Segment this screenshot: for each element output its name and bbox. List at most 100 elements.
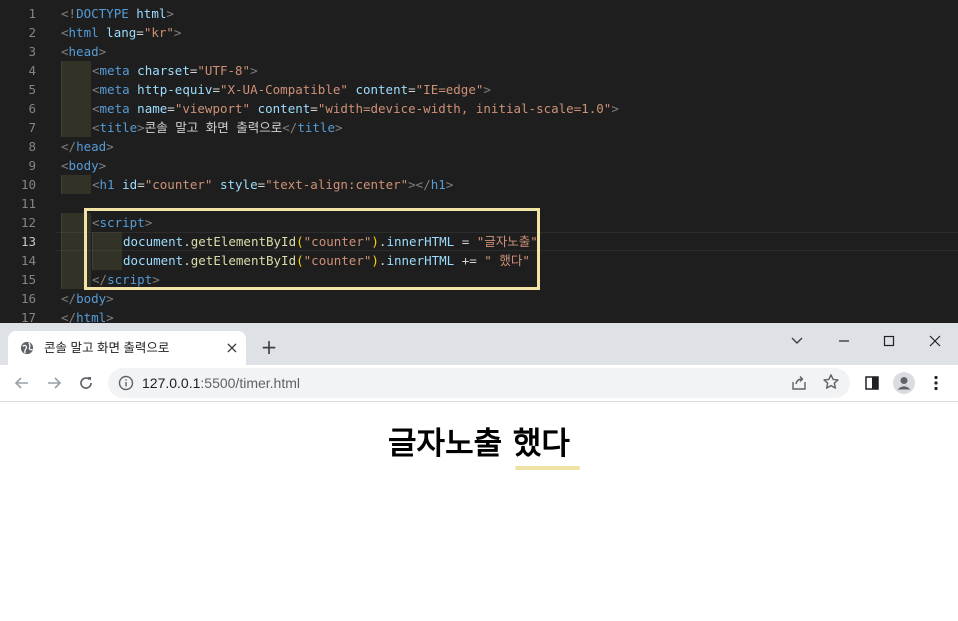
code-token: < — [92, 82, 100, 97]
url-text[interactable]: 127.0.0.1:5500/timer.html — [142, 368, 300, 398]
code-token: </ — [61, 310, 77, 323]
line-number: 8 — [28, 139, 36, 154]
address-bar[interactable]: 127.0.0.1:5500/timer.html — [108, 368, 850, 398]
highlight-underline — [515, 466, 580, 470]
code-token: < — [92, 63, 100, 78]
code-text: <meta http-equiv="X-UA-Compatible" conte… — [92, 80, 491, 99]
code-token: h1 — [99, 177, 115, 192]
code-line[interactable]: 1 <!DOCTYPE html> — [0, 4, 958, 23]
code-token: "kr" — [143, 25, 174, 40]
tab-strip: 콘솔 말고 화면 출력으로 × + — [0, 323, 958, 365]
profile-button[interactable] — [892, 371, 916, 395]
reload-button[interactable] — [74, 371, 98, 395]
line-number: 4 — [28, 63, 36, 78]
code-token: > — [611, 101, 619, 116]
share-icon[interactable] — [790, 374, 808, 392]
tab-close-icon[interactable]: × — [224, 340, 240, 356]
line-number: 5 — [28, 82, 36, 97]
url-host: 127.0.0.1 — [142, 375, 201, 391]
arrow-left-icon — [14, 377, 28, 389]
code-token: content — [257, 101, 311, 116]
code-token: = — [167, 101, 175, 116]
code-token: </ — [282, 120, 298, 135]
maximize-button[interactable] — [877, 329, 901, 353]
line-number: 3 — [28, 44, 36, 59]
info-icon[interactable] — [118, 375, 134, 391]
line-number: 13 — [20, 234, 36, 249]
code-token: lang — [106, 25, 137, 40]
tab-search-button[interactable] — [785, 329, 809, 353]
code-token: "UTF-8" — [197, 63, 251, 78]
side-panel-button[interactable] — [860, 371, 884, 395]
side-panel-icon — [865, 376, 879, 390]
code-line[interactable]: 9 <body> — [0, 156, 958, 175]
code-token: > — [98, 158, 107, 173]
line-number: 12 — [20, 215, 36, 230]
minimize-button[interactable] — [832, 329, 856, 353]
code-line[interactable]: 6 <meta name="viewport" content="width=de… — [0, 99, 958, 118]
code-token: body — [68, 158, 99, 173]
kebab-menu-icon — [934, 375, 938, 391]
tab-title: 콘솔 말고 화면 출력으로 — [44, 341, 170, 355]
code-token: </ — [61, 291, 77, 306]
code-token: title — [99, 120, 138, 135]
code-token: = — [137, 177, 145, 192]
code-token: head — [68, 44, 99, 59]
line-number: 15 — [20, 272, 36, 287]
code-token: > — [106, 310, 114, 323]
code-token: html — [136, 6, 167, 21]
code-token: = — [310, 101, 318, 116]
code-token: "IE=edge" — [415, 82, 484, 97]
bookmark-star-icon[interactable] — [822, 373, 840, 391]
code-token: meta — [99, 63, 130, 78]
code-line[interactable]: 10 <h1 id="counter" style="text-align:cen… — [0, 175, 958, 194]
code-token: head — [76, 139, 107, 154]
code-token: > — [98, 44, 107, 59]
chevron-down-icon — [791, 337, 803, 344]
code-token: body — [76, 291, 107, 306]
indent-guide — [61, 80, 91, 99]
code-text: <head> — [61, 42, 106, 61]
code-line[interactable]: 4 <meta charset="UTF-8"> — [0, 61, 958, 80]
arrow-right-icon — [48, 377, 62, 389]
code-token: <! — [61, 6, 77, 21]
url-path: :5500/timer.html — [200, 375, 300, 391]
code-token: = — [212, 82, 220, 97]
code-text: <!DOCTYPE html> — [61, 4, 174, 23]
code-line[interactable]: 3 <head> — [0, 42, 958, 61]
code-line[interactable]: 5 <meta http-equiv="X-UA-Compatible" cont… — [0, 80, 958, 99]
forward-button[interactable] — [42, 371, 66, 395]
code-line[interactable]: 7 <title>콘솔 말고 화면 출력으로</title> — [0, 118, 958, 137]
script-highlight-box — [84, 208, 540, 290]
code-line[interactable]: 8 </head> — [0, 137, 958, 156]
browser-tab[interactable]: 콘솔 말고 화면 출력으로 × — [8, 331, 246, 365]
code-editor[interactable]: 1 <!DOCTYPE html> 2 <html lang="kr"> 3 <head>… — [0, 0, 958, 323]
menu-button[interactable] — [924, 371, 948, 395]
code-token: > — [445, 177, 454, 192]
browser-toolbar: 127.0.0.1:5500/timer.html — [0, 365, 958, 402]
close-window-button[interactable] — [923, 329, 947, 353]
code-token: < — [61, 44, 69, 59]
avatar-icon — [893, 372, 915, 394]
code-token: DOCTYPE — [76, 6, 129, 21]
code-token: "X-UA-Compatible" — [219, 82, 348, 97]
code-token: meta — [99, 101, 130, 116]
close-icon — [929, 335, 941, 347]
code-token: < — [92, 177, 100, 192]
line-number: 14 — [20, 253, 36, 268]
code-line[interactable]: 17 </html> — [0, 308, 958, 323]
code-token: h1 — [430, 177, 446, 192]
code-token: ></ — [408, 177, 431, 192]
code-line[interactable]: 2 <html lang="kr"> — [0, 23, 958, 42]
back-button[interactable] — [10, 371, 34, 395]
minimize-icon — [839, 340, 849, 342]
code-line[interactable]: 16 </body> — [0, 289, 958, 308]
new-tab-button[interactable]: + — [258, 337, 280, 359]
code-token: "width=device-width, initial-scale=1.0" — [317, 101, 612, 116]
code-token: meta — [99, 82, 130, 97]
code-token: > — [173, 25, 182, 40]
indent-guide — [61, 118, 91, 137]
line-number: 11 — [20, 196, 36, 211]
browser-window: 콘솔 말고 화면 출력으로 × + 127.0.0.1:5500/timer.h… — [0, 323, 958, 621]
code-token: content — [355, 82, 409, 97]
